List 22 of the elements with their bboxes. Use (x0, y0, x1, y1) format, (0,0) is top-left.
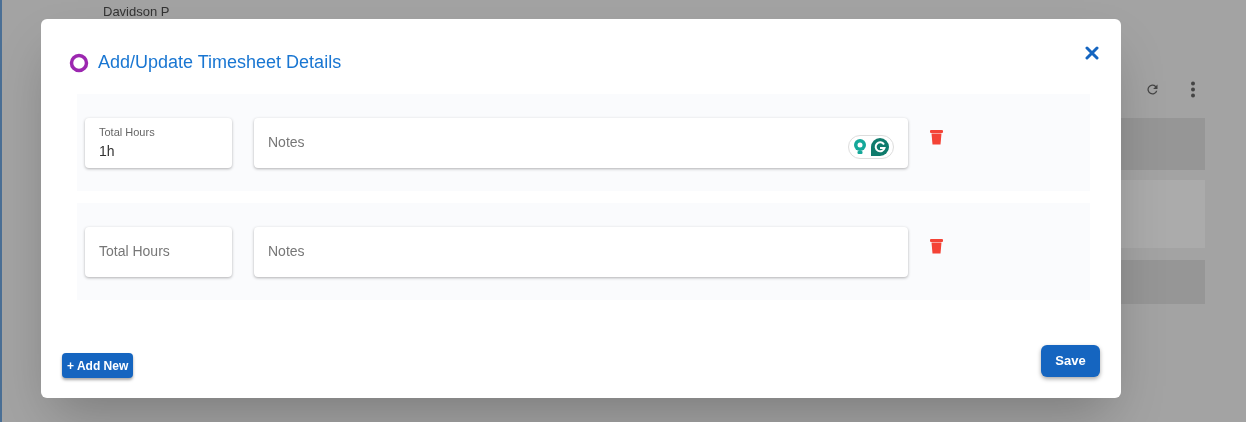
delete-icon[interactable] (930, 130, 943, 145)
hours-field[interactable]: Total Hours (85, 226, 232, 277)
dialog-title: Add/Update Timesheet Details (98, 51, 342, 74)
field-placeholder: Notes (268, 133, 306, 152)
notes-field[interactable]: Notes (254, 117, 908, 168)
field-placeholder: Notes (268, 242, 306, 261)
writing-assistant-badge[interactable] (848, 134, 894, 159)
add-new-button[interactable]: + Add New (62, 353, 134, 378)
g-logo-icon[interactable] (870, 136, 890, 157)
field-placeholder: Total Hours (99, 242, 171, 261)
status-ring-icon (69, 52, 89, 73)
save-button[interactable]: Save (1041, 345, 1100, 377)
close-icon[interactable] (1085, 45, 1099, 60)
user-name: Davidson P (103, 5, 170, 19)
field-value: 1h (99, 141, 116, 160)
hours-field[interactable]: Total Hours 1h (85, 117, 232, 168)
notes-field[interactable]: Notes (254, 226, 908, 277)
delete-icon[interactable] (930, 239, 943, 254)
more-icon[interactable] (1189, 81, 1197, 98)
field-label: Total Hours (99, 125, 156, 139)
lightbulb-icon[interactable] (852, 137, 868, 156)
refresh-icon[interactable] (1145, 82, 1160, 97)
